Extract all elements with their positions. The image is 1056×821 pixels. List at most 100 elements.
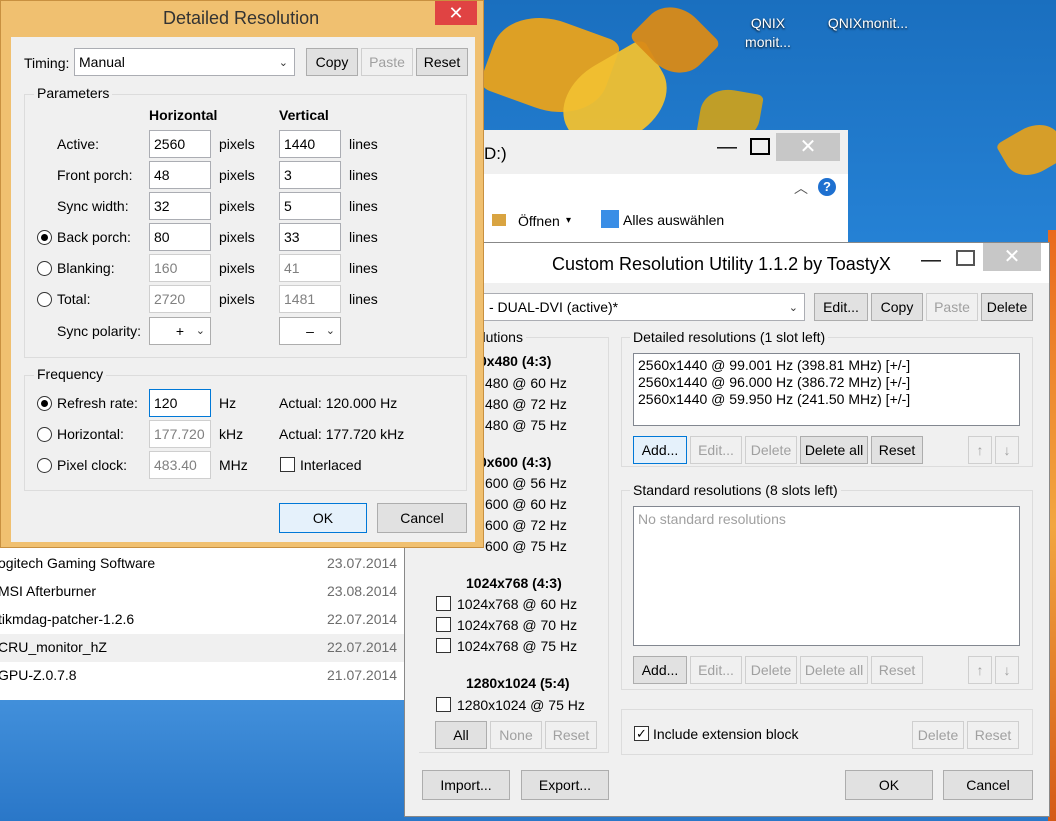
timing-select[interactable]: Manual ⌄	[74, 48, 295, 76]
desktop-icon-qnix-2[interactable]: QNIXmonit...	[818, 14, 918, 33]
standard-edit-button[interactable]: Edit...	[690, 656, 742, 684]
refresh-rate-input[interactable]: 120	[149, 389, 211, 417]
list-item[interactable]: MSI Afterburner 23.08.2014	[0, 578, 404, 606]
total-h-input[interactable]: 2720	[149, 285, 211, 313]
established-item[interactable]: 600 @ 75 Hz	[485, 538, 567, 554]
standard-resolutions-list[interactable]: No standard resolutions	[633, 506, 1020, 646]
export-button[interactable]: Export...	[521, 770, 609, 800]
standard-delete-all-button[interactable]: Delete all	[800, 656, 868, 684]
close-icon[interactable]: ✕	[776, 133, 840, 161]
chevron-up-icon[interactable]: ︿	[794, 178, 808, 198]
maximize-icon[interactable]	[750, 138, 770, 155]
established-item[interactable]: 1024x768 @ 60 Hz	[457, 596, 577, 612]
established-item[interactable]: 480 @ 75 Hz	[485, 417, 567, 433]
close-icon[interactable]: ✕	[435, 1, 477, 25]
edit-monitor-button[interactable]: Edit...	[814, 293, 868, 321]
sync-width-v-input[interactable]: 5	[279, 192, 341, 220]
detailed-add-button[interactable]: Add...	[633, 436, 687, 464]
paste-button[interactable]: Paste	[361, 48, 413, 76]
established-item[interactable]: 600 @ 60 Hz	[485, 496, 567, 512]
sync-polarity-v-select[interactable]: – ⌄	[279, 317, 341, 345]
desktop-icon-qnix-1[interactable]: QNIX monit...	[738, 14, 798, 52]
established-item[interactable]: 480 @ 60 Hz	[485, 375, 567, 391]
list-item[interactable]: tikmdag-patcher-1.2.6 22.07.2014	[0, 606, 404, 634]
delete-button[interactable]: Delete	[981, 293, 1033, 321]
pixel-clock-input[interactable]: 483.40	[149, 451, 211, 479]
list-item[interactable]: GPU-Z.0.7.8 21.07.2014	[0, 662, 404, 690]
established-reset-button[interactable]: Reset	[545, 721, 597, 749]
import-button[interactable]: Import...	[422, 770, 510, 800]
interlaced-checkbox[interactable]	[280, 457, 295, 472]
established-item[interactable]: 600 @ 72 Hz	[485, 517, 567, 533]
back-porch-v-input[interactable]: 33	[279, 223, 341, 251]
cru-window: Custom Resolution Utility 1.1.2 by Toast…	[404, 242, 1050, 817]
established-checkbox[interactable]	[436, 697, 451, 712]
active-v-input[interactable]: 1440	[279, 130, 341, 158]
established-item[interactable]: 1280x1024 @ 75 Hz	[457, 697, 585, 713]
horizontal-freq-input[interactable]: 177.720	[149, 420, 211, 448]
blanking-v-input[interactable]: 41	[279, 254, 341, 282]
total-v-input[interactable]: 1481	[279, 285, 341, 313]
detailed-delete-button[interactable]: Delete	[745, 436, 797, 464]
copy-button[interactable]: Copy	[306, 48, 358, 76]
extension-reset-button[interactable]: Reset	[967, 721, 1019, 749]
blanking-h-input[interactable]: 160	[149, 254, 211, 282]
minimize-icon[interactable]: —	[921, 249, 941, 272]
select-none-button[interactable]: None	[490, 721, 542, 749]
established-checkbox[interactable]	[436, 596, 451, 611]
established-item[interactable]: 1024x768 @ 75 Hz	[457, 638, 577, 654]
ok-button[interactable]: OK	[845, 770, 933, 800]
refresh-rate-radio[interactable]	[37, 396, 52, 411]
reset-button[interactable]: Reset	[416, 48, 468, 76]
ribbon-open[interactable]: Öffnen	[518, 213, 560, 229]
front-porch-h-input[interactable]: 48	[149, 161, 211, 189]
list-item[interactable]: CRU_monitor_hZ 22.07.2014	[0, 634, 404, 662]
established-checkbox[interactable]	[436, 638, 451, 653]
established-item[interactable]: 1024x768 @ 70 Hz	[457, 617, 577, 633]
established-checkbox[interactable]	[436, 617, 451, 632]
minimize-icon[interactable]: —	[717, 136, 737, 159]
active-h-input[interactable]: 2560	[149, 130, 211, 158]
copy-button[interactable]: Copy	[871, 293, 923, 321]
select-all-button[interactable]: All	[435, 721, 487, 749]
blanking-radio[interactable]	[37, 261, 52, 276]
interlaced-label[interactable]: Interlaced	[300, 457, 361, 473]
close-icon[interactable]: ✕	[983, 243, 1041, 271]
list-item[interactable]: 2560x1440 @ 59.950 Hz (241.50 MHz) [+/-]	[638, 391, 910, 407]
pixel-clock-radio[interactable]	[37, 458, 52, 473]
move-up-button[interactable]: ↑	[968, 656, 992, 684]
move-down-button[interactable]: ↓	[995, 656, 1019, 684]
sync-width-h-input[interactable]: 32	[149, 192, 211, 220]
extension-block-checkbox[interactable]: ✓	[634, 726, 649, 741]
extension-block-label[interactable]: Include extension block	[653, 726, 799, 742]
standard-delete-button[interactable]: Delete	[745, 656, 797, 684]
move-down-button[interactable]: ↓	[995, 436, 1019, 464]
front-porch-v-input[interactable]: 3	[279, 161, 341, 189]
chevron-down-icon[interactable]: ▾	[566, 215, 571, 226]
standard-reset-button[interactable]: Reset	[871, 656, 923, 684]
ok-button[interactable]: OK	[279, 503, 367, 533]
back-porch-radio[interactable]	[37, 230, 52, 245]
established-item[interactable]: 480 @ 72 Hz	[485, 396, 567, 412]
back-porch-h-input[interactable]: 80	[149, 223, 211, 251]
ribbon-select-all[interactable]: Alles auswählen	[623, 212, 724, 228]
established-item[interactable]: 600 @ 56 Hz	[485, 475, 567, 491]
total-radio[interactable]	[37, 292, 52, 307]
paste-button[interactable]: Paste	[926, 293, 978, 321]
move-up-button[interactable]: ↑	[968, 436, 992, 464]
cancel-button[interactable]: Cancel	[377, 503, 467, 533]
detailed-reset-button[interactable]: Reset	[871, 436, 923, 464]
list-item[interactable]: 2560x1440 @ 96.000 Hz (386.72 MHz) [+/-]	[638, 374, 910, 390]
list-item[interactable]: ogitech Gaming Software 23.07.2014	[0, 550, 404, 578]
list-item[interactable]: 2560x1440 @ 99.001 Hz (398.81 MHz) [+/-]	[638, 357, 910, 373]
detailed-resolutions-list[interactable]: 2560x1440 @ 99.001 Hz (398.81 MHz) [+/-]…	[633, 353, 1020, 426]
horizontal-freq-radio[interactable]	[37, 427, 52, 442]
detailed-edit-button[interactable]: Edit...	[690, 436, 742, 464]
sync-polarity-h-select[interactable]: + ⌄	[149, 317, 211, 345]
cancel-button[interactable]: Cancel	[943, 770, 1033, 800]
extension-delete-button[interactable]: Delete	[912, 721, 964, 749]
detailed-delete-all-button[interactable]: Delete all	[800, 436, 868, 464]
standard-add-button[interactable]: Add...	[633, 656, 687, 684]
help-icon[interactable]: ?	[818, 178, 836, 196]
maximize-icon[interactable]	[956, 250, 975, 266]
